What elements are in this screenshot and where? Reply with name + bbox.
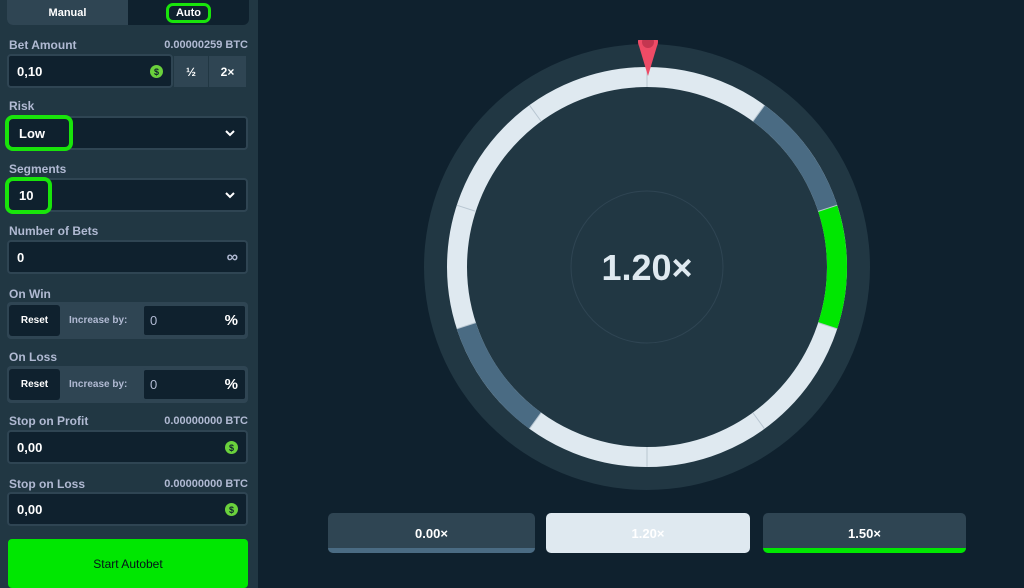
- payout-chip-label: 1.20×: [631, 525, 665, 541]
- stop-loss-label: Stop on Loss: [9, 477, 85, 491]
- payout-chip-2: 1.50×: [763, 513, 966, 553]
- on-win-increase-label: Increase by:: [69, 315, 128, 326]
- chevron-down-icon: [225, 130, 235, 137]
- payout-chip-label: 1.50×: [848, 525, 881, 541]
- tab-manual[interactable]: Manual: [7, 0, 128, 25]
- coin-icon: $: [225, 503, 238, 516]
- on-win-label: On Win: [9, 287, 51, 301]
- stop-profit-btc: 0.00000000 BTC: [164, 415, 248, 427]
- half-button[interactable]: ½: [174, 56, 208, 87]
- coin-icon: $: [150, 65, 163, 78]
- on-loss-increase-value: 0: [150, 377, 158, 392]
- payout-chip-label: 0.00×: [415, 525, 448, 541]
- double-button[interactable]: 2×: [209, 56, 246, 87]
- on-win-increase-input[interactable]: 0 %: [142, 304, 247, 337]
- tab-auto-label: Auto: [165, 2, 212, 23]
- multiplier-display: 1.20×: [601, 247, 692, 288]
- mode-toggle: Manual Auto: [7, 0, 249, 25]
- payout-chip-bar: [328, 548, 535, 553]
- sidebar: Manual Auto Bet Amount 0.00000259 BTC 0,…: [0, 0, 258, 588]
- payout-chip-1: 1.20×: [546, 513, 750, 553]
- stop-profit-label: Stop on Profit: [9, 414, 89, 428]
- stop-profit-value: 0,00: [17, 439, 43, 455]
- on-loss-reset-button[interactable]: Reset: [9, 369, 60, 400]
- wheel-segment-1-5x: [818, 205, 847, 329]
- percent-icon: %: [224, 376, 238, 393]
- segments-label: Segments: [9, 162, 67, 176]
- bet-amount-label: Bet Amount: [9, 38, 77, 52]
- bet-amount-value: 0,10: [17, 63, 43, 79]
- segments-highlight: [5, 177, 52, 214]
- payout-chip-0: 0.00×: [328, 513, 535, 553]
- risk-label: Risk: [9, 99, 35, 113]
- tab-auto[interactable]: Auto: [128, 0, 249, 25]
- on-loss-label: On Loss: [9, 350, 58, 364]
- stop-profit-input[interactable]: 0,00 $: [7, 430, 248, 464]
- bet-amount-input[interactable]: 0,10 $: [7, 54, 173, 88]
- on-win-increase-value: 0: [150, 313, 158, 328]
- chevron-down-icon: [225, 192, 235, 199]
- number-of-bets-input[interactable]: 0 ∞: [7, 240, 248, 274]
- payout-chip-bar: [763, 548, 966, 553]
- bet-amount-btc: 0.00000259 BTC: [164, 39, 248, 51]
- stop-loss-btc: 0.00000000 BTC: [164, 478, 248, 490]
- wheel: 1.20×: [424, 40, 870, 490]
- percent-icon: %: [224, 312, 238, 329]
- risk-highlight: [5, 115, 73, 151]
- infinity-icon: ∞: [226, 249, 238, 266]
- stop-loss-value: 0,00: [17, 501, 43, 517]
- coin-icon: $: [225, 441, 238, 454]
- number-of-bets-value: 0: [17, 249, 25, 265]
- on-loss-increase-label: Increase by:: [69, 379, 128, 390]
- start-autobet-button[interactable]: Start Autobet: [8, 539, 248, 588]
- stop-loss-input[interactable]: 0,00 $: [7, 492, 248, 526]
- number-of-bets-label: Number of Bets: [9, 224, 99, 238]
- on-loss-increase-input[interactable]: 0 %: [142, 368, 247, 401]
- on-win-reset-button[interactable]: Reset: [9, 305, 60, 336]
